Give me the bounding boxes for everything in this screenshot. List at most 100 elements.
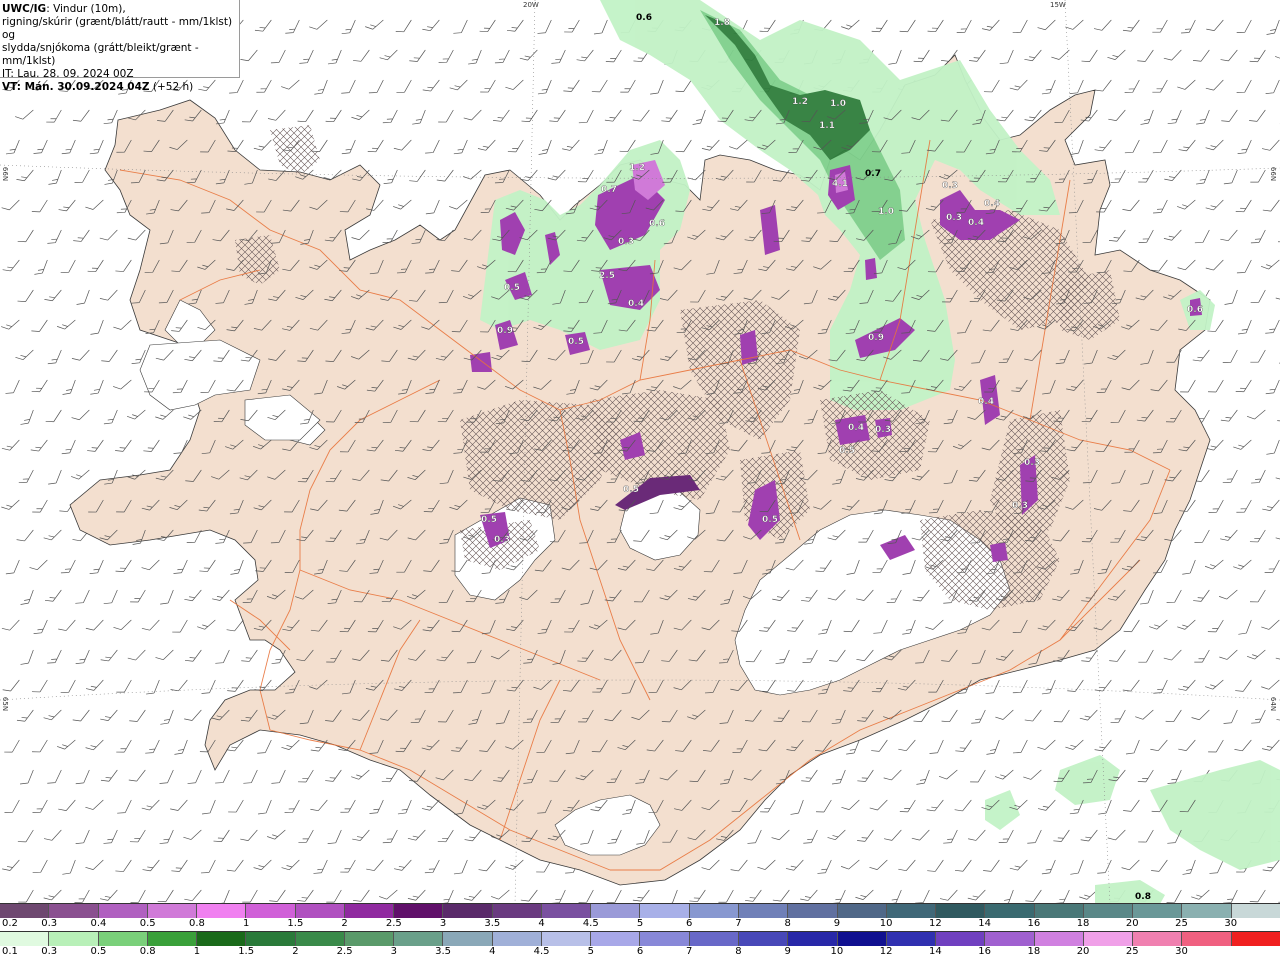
scale-swatch — [591, 932, 641, 946]
precip-value-label: 4.1 — [832, 179, 848, 189]
scale-swatch — [98, 904, 148, 918]
title-line: UWC/IG: Vindur (10m), — [2, 3, 237, 16]
precip-value-label: 0.5 — [839, 446, 855, 456]
scale-swatch — [788, 904, 838, 918]
precip-value-label: 1.8 — [714, 18, 730, 28]
scale-swatch — [1231, 904, 1280, 918]
scale-tick-label: 18 — [1076, 918, 1090, 929]
scale-tick-label: 0.3 — [41, 918, 58, 929]
grid-label-65n-left: 65N — [1, 696, 10, 712]
scale-tick-label: 14 — [978, 918, 991, 929]
precip-value-label: 0.3 — [1024, 458, 1040, 468]
scale-swatch — [1182, 932, 1232, 946]
scale-swatch — [689, 932, 739, 946]
scale-swatch — [344, 932, 395, 946]
precip-value-label: 0.6 — [1187, 305, 1203, 315]
scale-swatch — [344, 904, 395, 918]
precip-value-label: 0.3 — [875, 425, 891, 435]
scale-tick-label: 5 — [587, 946, 594, 957]
precip-value-label: 1.2 — [629, 163, 645, 173]
precip-value-label: 0.4 — [848, 423, 864, 433]
scale-swatch — [147, 904, 198, 918]
weather-map: 0.6 1.8 1.2 1.0 1.1 1.2 0.7 4.1 1.0 0.3 0.4 0.3 0.4 0… — [0, 0, 1280, 904]
scale-tick-label: 0.2 — [2, 918, 18, 929]
scale-tick-label: 0.5 — [139, 918, 156, 929]
scale-tick-label: 0.1 — [2, 946, 18, 957]
precip-value-label: 1.0 — [878, 207, 894, 217]
scale-tick-label: 25 — [1125, 946, 1139, 957]
rain-scale-ticks: 0.1 0.3 0.5 0.8 1 1.5 2 2.5 3 3.5 4 4.5 5 6 7 8 9 10 12 14 1… — [0, 946, 1280, 959]
model-name: UWC/IG — [2, 3, 47, 15]
scale-tick-label: 0.5 — [90, 946, 107, 957]
scale-swatch — [394, 932, 444, 946]
scale-swatch — [1231, 932, 1280, 946]
scale-tick-label: 2 — [292, 946, 299, 957]
scale-swatch — [443, 904, 493, 918]
precip-value-label: 0.7 — [601, 185, 617, 195]
scale-tick-label: 6 — [686, 918, 693, 929]
precip-value-label: 0.4 — [628, 299, 644, 309]
precip-value-label: 0.7 — [865, 169, 881, 179]
scale-swatch — [1083, 904, 1134, 918]
scale-swatch — [1034, 932, 1084, 946]
map-info-box: UWC/IG: Vindur (10m), rigning/skúrir (gr… — [0, 0, 240, 93]
scale-swatch — [985, 904, 1035, 918]
scale-swatch — [49, 904, 99, 918]
scale-swatch — [640, 932, 690, 946]
grid-label-66n-right: 66N — [1269, 166, 1278, 182]
precip-value-label: 2.5 — [599, 271, 615, 281]
precip-value-label: 0.5 — [481, 515, 497, 525]
scale-swatch — [837, 904, 887, 918]
scale-swatch — [541, 932, 592, 946]
init-time: IT: Lau. 28. 09. 2024 00Z — [2, 68, 134, 80]
grid-label-64n-right: 64N — [1269, 696, 1278, 712]
precip-value-label: 0.4 — [968, 218, 984, 228]
scale-tick-label: 1 — [242, 918, 250, 929]
scale-swatch — [246, 932, 296, 946]
precip-value-label: 1.2 — [792, 97, 808, 107]
precip-value-label: 1.0 — [830, 99, 846, 109]
scale-tick-label: 1 — [193, 946, 201, 957]
scale-tick-label: 6 — [636, 946, 644, 957]
precip-value-label: 0.6 — [636, 13, 652, 23]
scale-swatch — [886, 932, 937, 946]
precip-value-label: 0.3 — [946, 213, 962, 223]
scale-swatch — [985, 932, 1035, 946]
scale-tick-label: 3 — [439, 918, 447, 929]
scale-tick-label: 4.5 — [533, 946, 550, 957]
precip-value-label: 0.5 — [623, 485, 639, 495]
scale-tick-label: 1.5 — [238, 946, 255, 957]
scale-swatch — [197, 904, 247, 918]
precip-value-label: 0.8 — [1135, 892, 1151, 902]
scale-tick-label: 4 — [538, 918, 545, 929]
scale-swatch — [197, 932, 247, 946]
scale-tick-label: 30 — [1224, 918, 1238, 929]
grid-label-20w: 20W — [523, 1, 539, 9]
forecast-offset: (+52 h) — [149, 81, 194, 93]
scale-swatch — [886, 904, 937, 918]
scale-tick-label: 10 — [879, 918, 893, 929]
grid-label-66n-left: 66N — [1, 166, 10, 182]
scale-swatch — [837, 932, 887, 946]
scale-tick-label: 3.5 — [435, 946, 452, 957]
scale-tick-label: 4.5 — [582, 918, 599, 929]
scale-swatch — [443, 932, 493, 946]
valid-time: VT: Mán. 30.09.2024 04Z — [2, 81, 150, 93]
snow-color-scale — [0, 903, 1280, 918]
scale-tick-label: 5 — [636, 918, 644, 929]
scale-swatch — [936, 904, 986, 918]
scale-swatch — [541, 904, 592, 918]
scale-tick-label: 14 — [929, 946, 942, 957]
scale-swatch — [1133, 932, 1183, 946]
snow-scale-ticks: 0.2 0.3 0.4 0.5 0.8 1 1.5 2 2.5 3 3.5 4 4.5 5 6 7 8 9 10 12… — [0, 918, 1280, 931]
scale-tick-label: 2.5 — [336, 946, 353, 957]
scale-tick-label: 7 — [686, 946, 693, 957]
scale-tick-label: 4 — [489, 946, 496, 957]
scale-swatch — [49, 932, 99, 946]
scale-swatch — [689, 904, 739, 918]
precip-value-label: 0.4 — [978, 397, 994, 407]
precip-value-label: 0.3 — [618, 237, 634, 247]
scale-swatch — [1034, 904, 1084, 918]
scale-tick-label: 2 — [341, 918, 348, 929]
scale-swatch — [640, 904, 690, 918]
